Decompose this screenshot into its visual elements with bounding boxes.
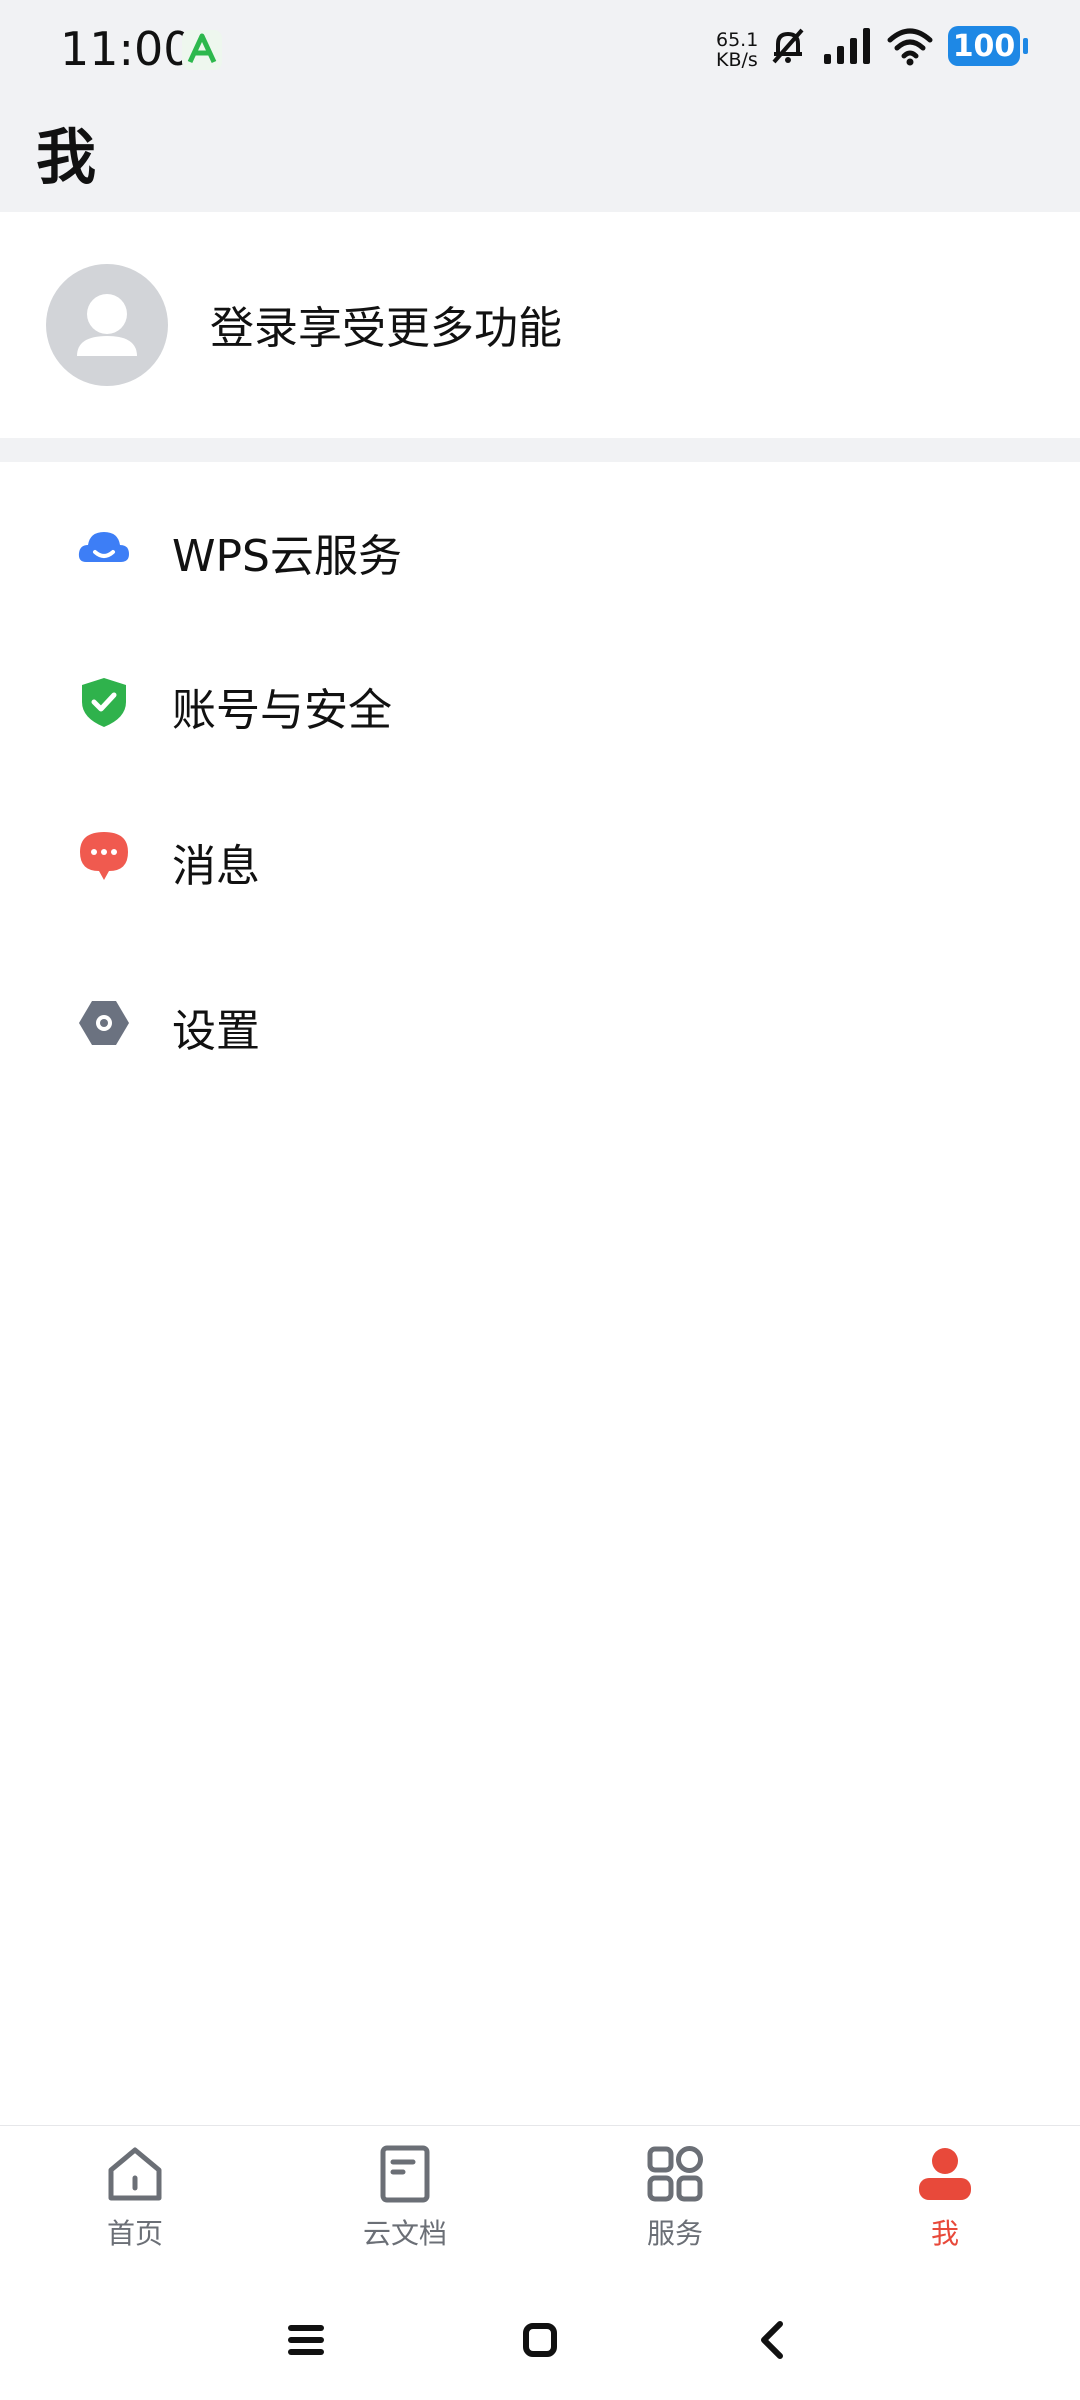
battery-indicator: 100 (948, 26, 1028, 66)
menu-item-label: 账号与安全 (172, 685, 392, 736)
bell-muted-icon (772, 28, 804, 64)
cloud-icon (78, 532, 129, 562)
grid-icon (647, 2146, 703, 2202)
tab-me[interactable]: 我 (845, 2144, 1045, 2269)
tab-label: 我 (930, 2217, 959, 2250)
menu-item-label: WPS云服务 (172, 531, 402, 582)
status-time: 11:00 (60, 22, 193, 76)
section-divider (0, 438, 1080, 462)
back-icon[interactable] (744, 2310, 804, 2370)
menu-item-wps-cloud[interactable]: WPS云服务 (0, 478, 1080, 618)
avatar[interactable] (46, 264, 168, 386)
tab-label: 首页 (106, 2217, 163, 2250)
tab-label: 云文档 (362, 2217, 447, 2250)
tab-home[interactable]: 首页 (35, 2144, 235, 2269)
network-speed: 65.1 KB/s (716, 29, 759, 71)
message-icon (80, 832, 128, 880)
tab-label: 服务 (646, 2217, 703, 2250)
menu-item-messages[interactable]: 消息 (0, 786, 1080, 926)
tab-cloud-docs[interactable]: 云文档 (305, 2144, 505, 2269)
document-icon (380, 2145, 430, 2203)
home-button-icon[interactable] (510, 2310, 570, 2370)
page-title: 我 (36, 123, 96, 193)
login-card[interactable]: 登录享受更多功能 (0, 212, 1080, 438)
menu-item-label: 消息 (172, 841, 260, 892)
wifi-icon (887, 28, 933, 66)
menu-icon[interactable] (276, 2310, 336, 2370)
person-icon (919, 2148, 971, 2200)
page-header: 我 (0, 105, 1080, 213)
login-prompt[interactable]: 登录享受更多功能 (210, 292, 562, 356)
system-nav-bar (0, 2280, 1080, 2400)
signal-icon (824, 28, 870, 64)
app-notification-icon (182, 30, 222, 70)
shield-check-icon (82, 678, 126, 727)
tab-services[interactable]: 服务 (575, 2144, 775, 2269)
status-bar: 11:00 65.1 KB/s 100 (0, 0, 1080, 105)
settings-icon (79, 1001, 129, 1045)
home-icon (108, 2147, 162, 2201)
menu-item-label: 设置 (172, 1006, 260, 1057)
menu-item-settings[interactable]: 设置 (0, 940, 1080, 1080)
menu-item-account-security[interactable]: 账号与安全 (0, 632, 1080, 772)
bottom-tab-bar: 首页 云文档 服务 我 (0, 2125, 1080, 2281)
user-placeholder-icon (77, 294, 137, 356)
